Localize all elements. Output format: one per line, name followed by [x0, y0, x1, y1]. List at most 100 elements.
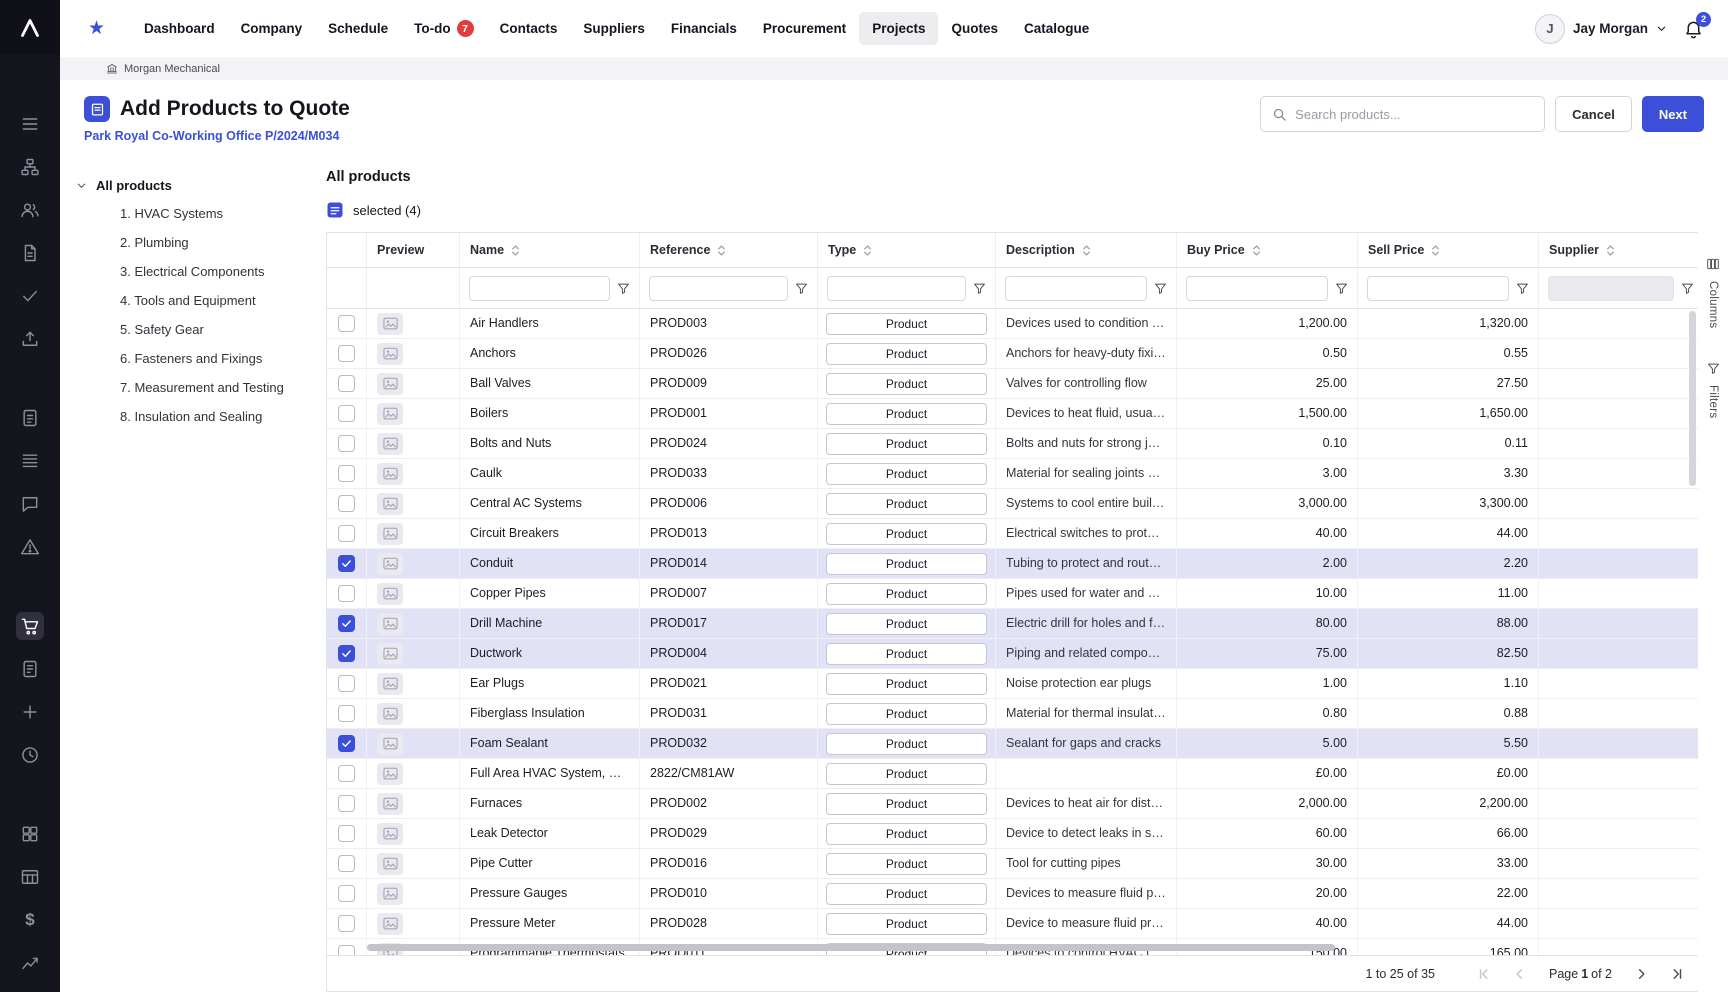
notifications-bell[interactable]: 2: [1683, 12, 1711, 39]
row-checkbox[interactable]: [338, 705, 355, 722]
clock-icon[interactable]: [16, 741, 44, 769]
table-row[interactable]: Air Handlers PROD003 Product Devices use…: [327, 309, 1698, 339]
table-row[interactable]: Ear Plugs PROD021 Product Noise protecti…: [327, 669, 1698, 699]
column-header-buy_price[interactable]: Buy Price: [1177, 233, 1358, 267]
filter-funnel-icon[interactable]: [973, 282, 986, 295]
nav-item-to-do[interactable]: To-do 7: [401, 11, 486, 46]
sort-icon[interactable]: [511, 244, 520, 257]
row-checkbox[interactable]: [338, 915, 355, 932]
category-item[interactable]: 8. Insulation and Sealing: [120, 402, 326, 431]
nav-item-projects[interactable]: Projects: [859, 12, 939, 45]
filter-funnel-icon[interactable]: [795, 282, 808, 295]
cart-icon[interactable]: [16, 612, 44, 640]
favorites-star-icon[interactable]: ★: [88, 17, 105, 40]
plus-icon[interactable]: [16, 698, 44, 726]
column-header-description[interactable]: Description: [996, 233, 1177, 267]
chat-icon[interactable]: [16, 490, 44, 518]
users-icon[interactable]: [16, 196, 44, 224]
grid-icon[interactable]: [16, 820, 44, 848]
filter-input-type[interactable]: [827, 275, 966, 301]
table-row[interactable]: Ductwork PROD004 Product Piping and rela…: [327, 639, 1698, 669]
row-checkbox[interactable]: [338, 555, 355, 572]
nav-item-suppliers[interactable]: Suppliers: [570, 12, 658, 45]
table-row[interactable]: Pressure Gauges PROD010 Product Devices …: [327, 879, 1698, 909]
column-header-sell_price[interactable]: Sell Price: [1358, 233, 1539, 267]
row-checkbox[interactable]: [338, 375, 355, 392]
column-header-name[interactable]: Name: [460, 233, 640, 267]
nav-item-procurement[interactable]: Procurement: [750, 12, 859, 45]
row-checkbox[interactable]: [338, 465, 355, 482]
dollar-icon[interactable]: $: [16, 906, 44, 934]
table-row[interactable]: Bolts and Nuts PROD024 Product Bolts and…: [327, 429, 1698, 459]
row-checkbox[interactable]: [338, 855, 355, 872]
nav-item-quotes[interactable]: Quotes: [938, 12, 1011, 45]
nav-item-catalogue[interactable]: Catalogue: [1011, 12, 1102, 45]
selected-bar[interactable]: selected (4): [326, 200, 1698, 220]
filter-funnel-icon[interactable]: [1154, 282, 1167, 295]
first-page-button[interactable]: [1477, 967, 1491, 981]
horizontal-scrollbar-thumb[interactable]: [367, 944, 1335, 951]
row-checkbox[interactable]: [338, 345, 355, 362]
sort-icon[interactable]: [1431, 244, 1440, 257]
category-root[interactable]: All products: [76, 171, 326, 199]
table-row[interactable]: Caulk PROD033 Product Material for seali…: [327, 459, 1698, 489]
row-checkbox[interactable]: [338, 435, 355, 452]
table-icon[interactable]: [16, 863, 44, 891]
side-tab-columns[interactable]: Columns: [1706, 257, 1720, 328]
next-page-button[interactable]: [1634, 967, 1648, 981]
row-checkbox[interactable]: [338, 405, 355, 422]
breadcrumb[interactable]: Morgan Mechanical: [60, 57, 1728, 80]
trend-icon[interactable]: [16, 949, 44, 977]
filter-funnel-icon[interactable]: [1335, 282, 1348, 295]
category-item[interactable]: 3. Electrical Components: [120, 257, 326, 286]
row-checkbox[interactable]: [338, 495, 355, 512]
sort-icon[interactable]: [1606, 244, 1615, 257]
filter-input-sell_price[interactable]: [1367, 275, 1509, 301]
row-checkbox[interactable]: [338, 645, 355, 662]
app-logo[interactable]: [0, 0, 60, 55]
table-row[interactable]: Pipe Cutter PROD016 Product Tool for cut…: [327, 849, 1698, 879]
row-checkbox[interactable]: [338, 315, 355, 332]
table-row[interactable]: Furnaces PROD002 Product Devices to heat…: [327, 789, 1698, 819]
row-checkbox[interactable]: [338, 945, 355, 955]
filter-input-description[interactable]: [1005, 275, 1147, 301]
table-row[interactable]: Boilers PROD001 Product Devices to heat …: [327, 399, 1698, 429]
upload-icon[interactable]: [16, 325, 44, 353]
category-item[interactable]: 4. Tools and Equipment: [120, 286, 326, 315]
row-checkbox[interactable]: [338, 675, 355, 692]
rows-icon[interactable]: [16, 447, 44, 475]
filter-funnel-icon[interactable]: [617, 282, 630, 295]
sort-icon[interactable]: [717, 244, 726, 257]
nav-item-financials[interactable]: Financials: [658, 12, 750, 45]
invoice-icon[interactable]: [16, 655, 44, 683]
row-checkbox[interactable]: [338, 615, 355, 632]
last-page-button[interactable]: [1670, 967, 1684, 981]
row-checkbox[interactable]: [338, 765, 355, 782]
table-row[interactable]: Copper Pipes PROD007 Product Pipes used …: [327, 579, 1698, 609]
search-input[interactable]: [1295, 106, 1534, 122]
row-checkbox[interactable]: [338, 885, 355, 902]
row-checkbox[interactable]: [338, 735, 355, 752]
row-checkbox[interactable]: [338, 825, 355, 842]
column-header-reference[interactable]: Reference: [640, 233, 818, 267]
filter-input-name[interactable]: [469, 275, 610, 301]
check-icon[interactable]: [16, 282, 44, 310]
column-header-type[interactable]: Type: [818, 233, 996, 267]
side-tab-filters[interactable]: Filters: [1707, 362, 1720, 419]
nav-item-contacts[interactable]: Contacts: [487, 12, 571, 45]
category-item[interactable]: 7. Measurement and Testing: [120, 373, 326, 402]
table-row[interactable]: Drill Machine PROD017 Product Electric d…: [327, 609, 1698, 639]
nav-item-company[interactable]: Company: [228, 12, 316, 45]
category-item[interactable]: 5. Safety Gear: [120, 315, 326, 344]
vertical-scrollbar-thumb[interactable]: [1689, 311, 1696, 486]
table-row[interactable]: Ball Valves PROD009 Product Valves for c…: [327, 369, 1698, 399]
table-row[interactable]: Conduit PROD014 Product Tubing to protec…: [327, 549, 1698, 579]
nav-item-dashboard[interactable]: Dashboard: [131, 12, 228, 45]
cancel-button[interactable]: Cancel: [1555, 96, 1632, 132]
file-icon[interactable]: [16, 404, 44, 432]
table-row[interactable]: Anchors PROD026 Product Anchors for heav…: [327, 339, 1698, 369]
hierarchy-icon[interactable]: [16, 153, 44, 181]
table-row[interactable]: Central AC Systems PROD006 Product Syste…: [327, 489, 1698, 519]
sort-icon[interactable]: [863, 244, 872, 257]
nav-item-schedule[interactable]: Schedule: [315, 12, 401, 45]
